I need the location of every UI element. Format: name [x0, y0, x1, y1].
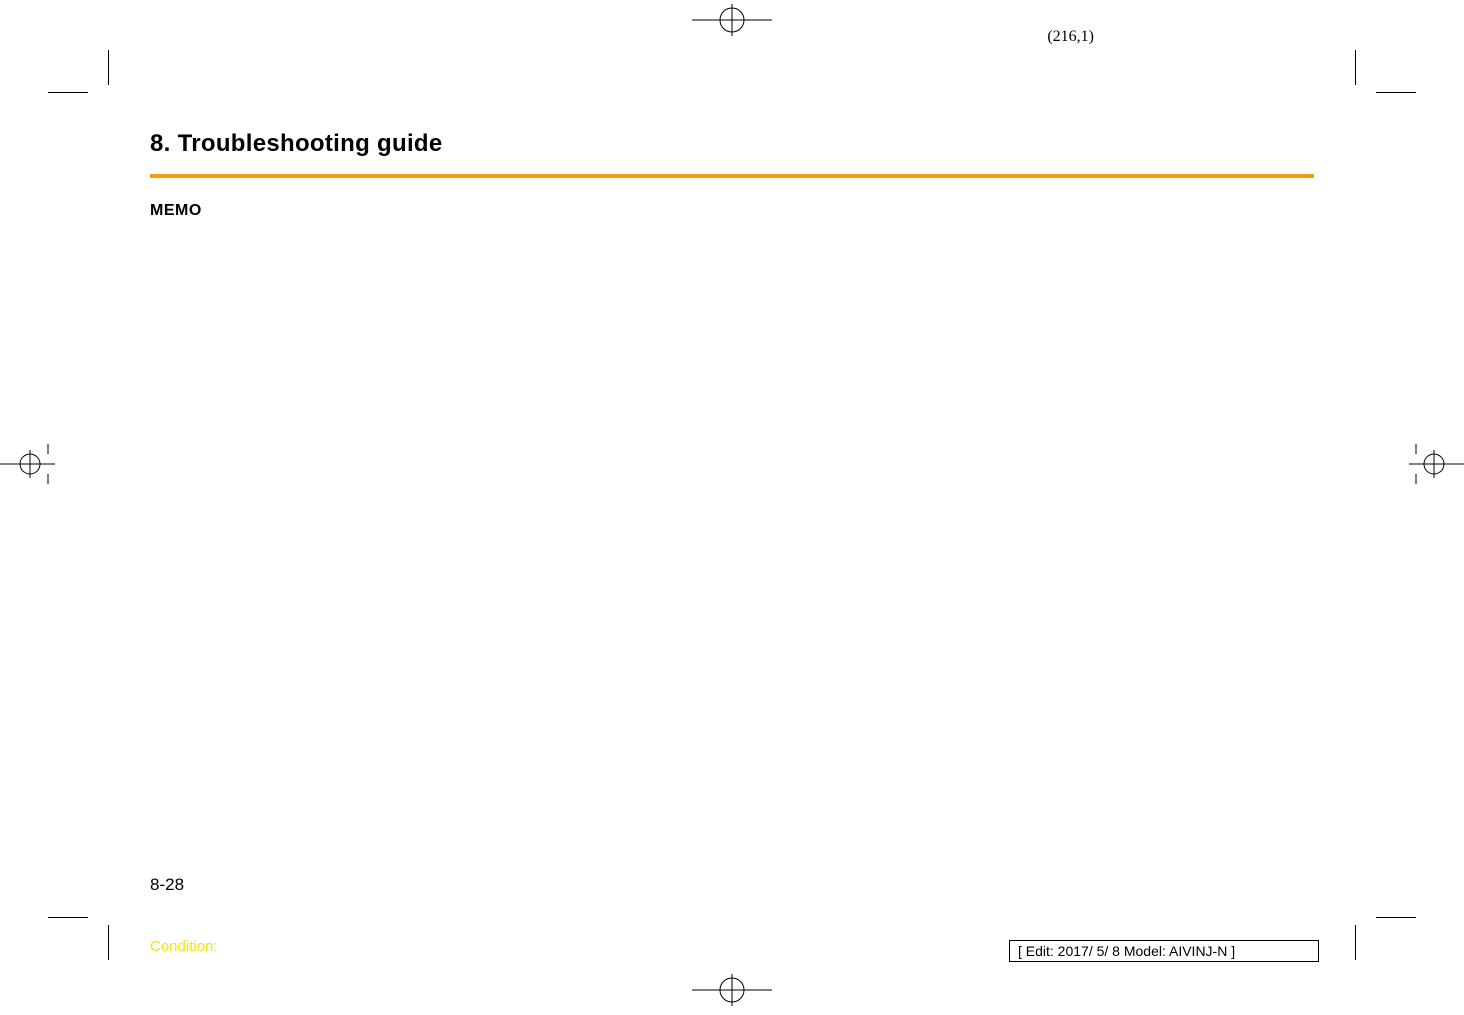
trim-mark — [1376, 917, 1416, 918]
trim-mark — [48, 92, 88, 93]
page-content: 8. Troubleshooting guide MEMO — [150, 130, 1314, 930]
register-mark-bottom — [692, 970, 772, 1010]
trim-mark — [108, 50, 109, 85]
trim-mark — [1376, 92, 1416, 93]
register-mark-top — [692, 0, 772, 40]
chapter-title: 8. Troubleshooting guide — [150, 130, 1314, 158]
trim-mark — [108, 925, 109, 960]
memo-heading: MEMO — [150, 202, 1314, 220]
edit-info-box: [ Edit: 2017/ 5/ 8 Model: AIVINJ-N ] — [1009, 940, 1319, 962]
trim-mark — [1355, 50, 1356, 85]
condition-label: Condition: — [150, 938, 218, 955]
trim-mark — [1355, 925, 1356, 960]
divider-orange — [150, 174, 1314, 178]
page-number: 8-28 — [150, 875, 184, 895]
register-mark-right — [1409, 444, 1464, 484]
register-mark-left — [0, 444, 55, 484]
trim-mark — [48, 917, 88, 918]
page-coords-label: (216,1) — [1047, 28, 1094, 46]
